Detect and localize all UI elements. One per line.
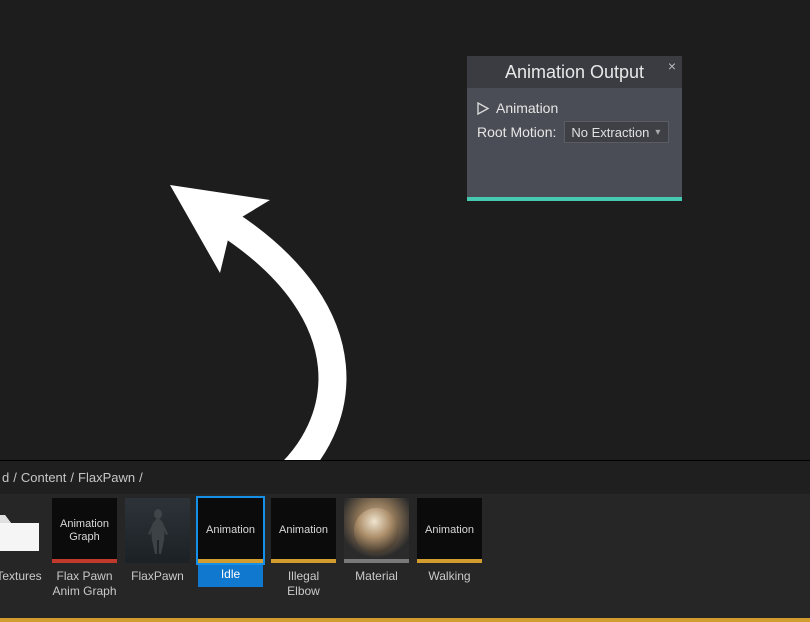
breadcrumb-item-root[interactable]: d (2, 470, 9, 485)
folder-icon (0, 498, 47, 563)
asset-thumb: Animation Graph (52, 498, 117, 563)
chevron-down-icon: ▾ (655, 127, 660, 138)
asset-thumb: Animation (198, 498, 263, 563)
asset-label: Idle (198, 563, 263, 587)
asset-item-idle[interactable]: Animation Idle (198, 498, 263, 587)
close-icon[interactable]: × (668, 58, 676, 74)
root-motion-select[interactable]: No Extraction ▾ (564, 121, 669, 143)
asset-label: FlaxPawn (131, 569, 184, 584)
breadcrumb[interactable]: d/ Content/ FlaxPawn/ (0, 460, 810, 494)
asset-label: Illegal Elbow (271, 569, 336, 599)
asset-label: Walking (428, 569, 470, 584)
asset-item-material[interactable]: Material (344, 498, 409, 584)
root-motion-row: Root Motion: No Extraction ▾ (477, 120, 672, 144)
root-motion-value: No Extraction (571, 125, 649, 140)
asset-item-walking[interactable]: Animation Walking (417, 498, 482, 584)
input-pin-icon[interactable] (477, 102, 490, 115)
node-header[interactable]: Animation Output × (467, 56, 682, 88)
asset-item-anim-graph[interactable]: Animation Graph Flax Pawn Anim Graph (52, 498, 117, 599)
graph-canvas[interactable]: Animation Output × Animation Root Motion… (0, 0, 810, 460)
asset-thumb (125, 498, 190, 563)
asset-type-bar (344, 559, 409, 563)
asset-type-bar (271, 559, 336, 563)
asset-item-illegal-elbow[interactable]: Animation Illegal Elbow (271, 498, 336, 599)
animation-output-node[interactable]: Animation Output × Animation Root Motion… (467, 56, 682, 201)
asset-item-flaxpawn-model[interactable]: FlaxPawn (125, 498, 190, 584)
asset-row[interactable]: Textures Animation Graph Flax Pawn Anim … (0, 494, 810, 622)
asset-thumb: Animation (417, 498, 482, 563)
asset-item-textures[interactable]: Textures (0, 498, 44, 584)
breadcrumb-item-content[interactable]: Content (21, 470, 67, 485)
content-browser: d/ Content/ FlaxPawn/ Textures Animation… (0, 460, 810, 622)
root-motion-label: Root Motion: (477, 124, 556, 140)
asset-label: Material (355, 569, 398, 584)
asset-type-bar (198, 559, 263, 563)
drag-arrow-icon (160, 165, 380, 495)
breadcrumb-item-flaxpawn[interactable]: FlaxPawn (78, 470, 135, 485)
asset-label: Textures (0, 569, 42, 584)
asset-type-bar (52, 559, 117, 563)
asset-label: Flax Pawn Anim Graph (52, 569, 117, 599)
asset-type-bar (0, 618, 810, 622)
asset-thumb: Animation (271, 498, 336, 563)
asset-type-bar (417, 559, 482, 563)
node-body: Animation Root Motion: No Extraction ▾ (467, 88, 682, 154)
animation-input-row[interactable]: Animation (477, 96, 672, 120)
asset-thumb (344, 498, 409, 563)
animation-pin-label: Animation (496, 100, 558, 116)
node-title: Animation Output (505, 62, 644, 83)
